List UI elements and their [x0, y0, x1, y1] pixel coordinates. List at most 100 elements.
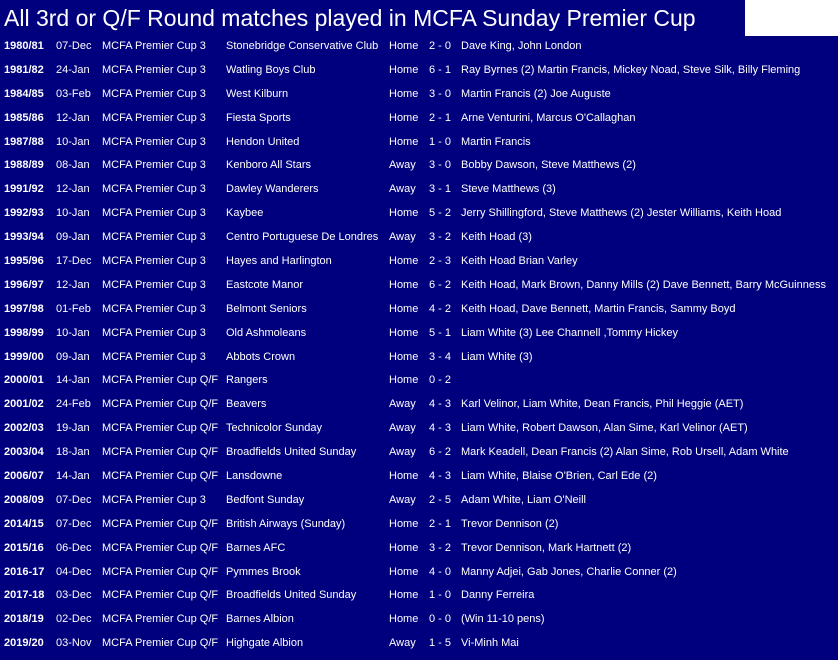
opponent-cell: Rangers — [226, 374, 268, 387]
score-cell: 2 - 5 — [429, 493, 452, 506]
scorers-cell: Liam White (3) Lee Channell ,Tommy Hicke… — [461, 326, 679, 339]
score-cell: 2 - 1 — [429, 517, 452, 530]
venue-cell: Home — [389, 470, 419, 483]
season-cell: 1992/93 — [4, 207, 44, 220]
opponent-cell: Kaybee — [226, 207, 264, 220]
date-cell: 18-Jan — [56, 446, 90, 459]
score-cell: 1 - 0 — [429, 135, 452, 148]
date-cell: 14-Jan — [56, 470, 90, 483]
scorers-cell: Martin Francis — [461, 135, 531, 148]
date-cell: 07-Dec — [56, 493, 92, 506]
opponent-cell: British Airways (Sunday) — [226, 517, 346, 530]
table-row: 2003/04 18-Jan MCFA Premier Cup Q/F Broadfi… — [0, 441, 838, 465]
scorers-cell: Liam White, Robert Dawson, Alan Sime, Ka… — [461, 422, 748, 435]
scorers-cell: Keith Hoad, Dave Bennett, Martin Francis… — [461, 302, 736, 315]
score-cell: 6 - 2 — [429, 446, 452, 459]
competition-cell: MCFA Premier Cup 3 — [102, 255, 206, 268]
opponent-cell: Pymmes Brook — [226, 565, 301, 578]
season-cell: 1991/92 — [4, 183, 44, 196]
table-row: 1987/88 10-Jan MCFA Premier Cup 3 Hendon Un… — [0, 131, 838, 155]
opponent-cell: Hendon United — [226, 135, 300, 148]
table-row: 1995/96 17-Dec MCFA Premier Cup 3 Hayes and… — [0, 250, 838, 274]
season-cell: 1999/00 — [4, 350, 44, 363]
season-cell: 2019/20 — [4, 637, 44, 650]
opponent-cell: Kenboro All Stars — [226, 159, 311, 172]
date-cell: 14-Jan — [56, 374, 90, 387]
table-row: 2018/19 02-Dec MCFA Premier Cup Q/F Barnes … — [0, 608, 838, 632]
opponent-cell: Hayes and Harlington — [226, 255, 332, 268]
venue-cell: Away — [389, 398, 416, 411]
venue-cell: Home — [389, 135, 419, 148]
opponent-cell: Fiesta Sports — [226, 111, 291, 124]
scorers-cell: Ray Byrnes (2) Martin Francis, Mickey No… — [461, 63, 801, 76]
scorers-cell: Mark Keadell, Dean Francis (2) Alan Sime… — [461, 446, 789, 459]
scorers-cell: Keith Hoad, Mark Brown, Danny Mills (2) … — [461, 278, 826, 291]
score-cell: 3 - 2 — [429, 231, 452, 244]
season-cell: 2001/02 — [4, 398, 44, 411]
date-cell: 12-Jan — [56, 278, 90, 291]
opponent-cell: Barnes AFC — [226, 541, 286, 554]
scorers-cell: Martin Francis (2) Joe Auguste — [461, 87, 611, 100]
season-cell: 2006/07 — [4, 470, 44, 483]
score-cell: 3 - 4 — [429, 350, 452, 363]
scorers-cell: Manny Adjei, Gab Jones, Charlie Conner (… — [461, 565, 677, 578]
opponent-cell: Old Ashmoleans — [226, 326, 307, 339]
scorers-cell: (Win 11-10 pens) — [461, 613, 545, 626]
venue-cell: Away — [389, 446, 416, 459]
date-cell: 08-Jan — [56, 159, 90, 172]
table-row: 1984/85 03-Feb MCFA Premier Cup 3 West Kilb… — [0, 83, 838, 107]
venue-cell: Home — [389, 589, 419, 602]
opponent-cell: Bedfont Sunday — [226, 493, 305, 506]
season-cell: 2003/04 — [4, 446, 44, 459]
title-bar: All 3rd or Q/F Round matches played in M… — [0, 0, 745, 36]
scorers-cell: Vi-Minh Mai — [461, 637, 519, 650]
score-cell: 4 - 2 — [429, 302, 452, 315]
table-row: 2015/16 06-Dec MCFA Premier Cup Q/F Barnes … — [0, 537, 838, 561]
date-cell: 06-Dec — [56, 541, 92, 554]
score-cell: 4 - 3 — [429, 422, 452, 435]
score-cell: 6 - 1 — [429, 63, 452, 76]
score-cell: 3 - 0 — [429, 159, 452, 172]
venue-cell: Away — [389, 159, 416, 172]
date-cell: 01-Feb — [56, 302, 91, 315]
scorers-cell: Karl Velinor, Liam White, Dean Francis, … — [461, 398, 744, 411]
table-row: 1993/94 09-Jan MCFA Premier Cup 3 Centro Po… — [0, 226, 838, 250]
opponent-cell: Watling Boys Club — [226, 63, 316, 76]
season-cell: 2014/15 — [4, 517, 44, 530]
date-cell: 02-Dec — [56, 613, 92, 626]
date-cell: 17-Dec — [56, 255, 92, 268]
competition-cell: MCFA Premier Cup 3 — [102, 111, 206, 124]
competition-cell: MCFA Premier Cup 3 — [102, 159, 206, 172]
date-cell: 09-Jan — [56, 231, 90, 244]
competition-cell: MCFA Premier Cup Q/F — [102, 422, 219, 435]
venue-cell: Home — [389, 255, 419, 268]
title-blank-area — [745, 0, 838, 36]
table-row: 1985/86 12-Jan MCFA Premier Cup 3 Fiesta Sp… — [0, 107, 838, 131]
scorers-cell: Steve Matthews (3) — [461, 183, 556, 196]
competition-cell: MCFA Premier Cup 3 — [102, 183, 206, 196]
venue-cell: Home — [389, 87, 419, 100]
season-cell: 1996/97 — [4, 278, 44, 291]
table-row: 1991/92 12-Jan MCFA Premier Cup 3 Dawley Wa… — [0, 178, 838, 202]
table-row: 1998/99 10-Jan MCFA Premier Cup 3 Old Ashmo… — [0, 322, 838, 346]
table-row: 2017-18 03-Dec MCFA Premier Cup Q/F Broadfi… — [0, 584, 838, 608]
season-cell: 2015/16 — [4, 541, 44, 554]
opponent-cell: Abbots Crown — [226, 350, 296, 363]
scorers-cell: Keith Hoad Brian Varley — [461, 255, 578, 268]
score-cell: 5 - 1 — [429, 326, 452, 339]
opponent-cell: Stonebridge Conservative Club — [226, 40, 379, 52]
venue-cell: Home — [389, 350, 419, 363]
competition-cell: MCFA Premier Cup 3 — [102, 350, 206, 363]
opponent-cell: Eastcote Manor — [226, 278, 304, 291]
table-row: 1997/98 01-Feb MCFA Premier Cup 3 Belmont S… — [0, 298, 838, 322]
scorers-cell: Trevor Dennison (2) — [461, 517, 559, 530]
table-row: 2006/07 14-Jan MCFA Premier Cup Q/F Lansdow… — [0, 465, 838, 489]
table-row: 1999/00 09-Jan MCFA Premier Cup 3 Abbots Cr… — [0, 346, 838, 370]
table-row: 2000/01 14-Jan MCFA Premier Cup Q/F Rangers… — [0, 369, 838, 393]
competition-cell: MCFA Premier Cup 3 — [102, 302, 206, 315]
venue-cell: Away — [389, 231, 416, 244]
score-cell: 4 - 3 — [429, 398, 452, 411]
competition-cell: MCFA Premier Cup Q/F — [102, 398, 219, 411]
venue-cell: Home — [389, 278, 419, 291]
competition-cell: MCFA Premier Cup 3 — [102, 87, 206, 100]
